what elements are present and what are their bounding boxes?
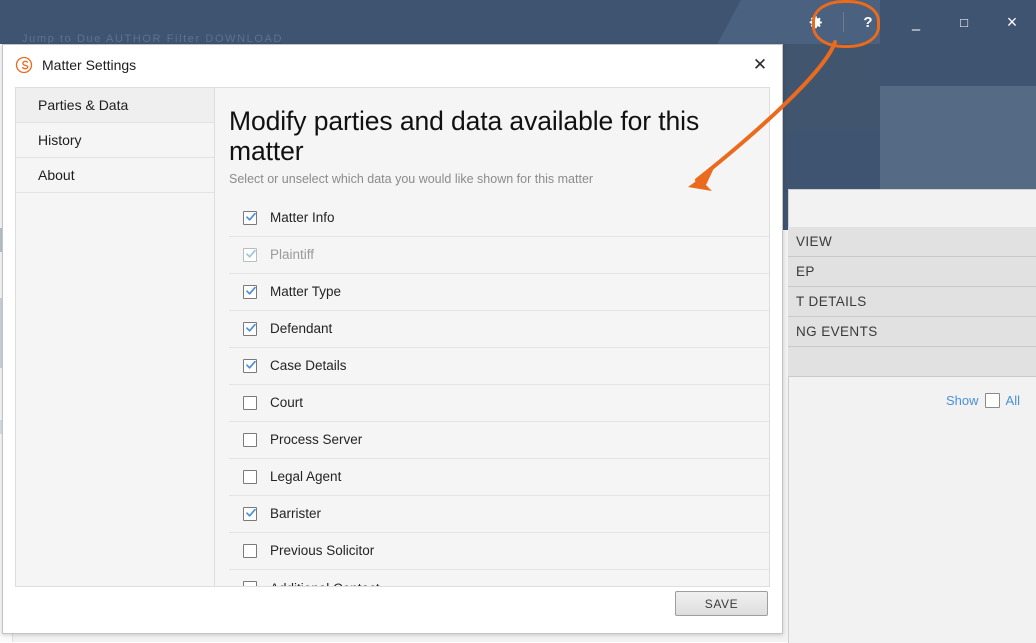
close-button[interactable]: ×	[988, 0, 1036, 44]
option-row-defendant[interactable]: Defendant	[229, 311, 769, 348]
option-label: Additional Contact	[270, 581, 380, 586]
background-section-row-empty[interactable]	[788, 347, 1036, 377]
option-label: Matter Type	[270, 284, 342, 300]
checkbox-court[interactable]	[243, 395, 257, 410]
checkbox-plaintiff	[243, 247, 257, 262]
checkbox-legal-agent[interactable]	[243, 469, 257, 484]
checkbox-matter-info[interactable]	[243, 210, 257, 225]
background-section-row[interactable]: NG EVENTS	[788, 317, 1036, 347]
sidebar-item-label: Parties & Data	[38, 97, 129, 113]
background-panel-light	[880, 86, 1036, 189]
matter-settings-dialog: Matter Settings ✕ Parties & Data History…	[2, 44, 783, 634]
background-section-row[interactable]: T DETAILS	[788, 287, 1036, 317]
option-label: Plaintiff	[270, 247, 315, 263]
dialog-sidebar: Parties & Data History About	[16, 88, 215, 586]
option-label: Case Details	[270, 358, 347, 374]
dialog-footer: SAVE	[3, 587, 782, 633]
option-label: Legal Agent	[270, 469, 342, 485]
background-section-row[interactable]: EP	[788, 257, 1036, 287]
all-label: All	[1005, 392, 1020, 408]
dialog-close-button[interactable]: ✕	[738, 45, 782, 85]
checkbox-barrister[interactable]	[243, 506, 257, 521]
page-subtitle: Select or unselect which data you would …	[229, 171, 594, 186]
check-icon	[246, 286, 256, 295]
help-button[interactable]: ?	[844, 0, 892, 44]
option-label: Barrister	[270, 506, 322, 522]
check-icon	[246, 508, 256, 517]
option-label: Previous Solicitor	[270, 543, 375, 559]
check-icon	[246, 323, 256, 332]
sidebar-item-label: About	[38, 167, 75, 183]
dialog-main-panel: Modify parties and data available for th…	[215, 88, 769, 586]
checkbox-matter-type[interactable]	[243, 284, 257, 299]
check-icon	[246, 249, 256, 258]
page-title: Modify parties and data available for th…	[229, 106, 700, 167]
option-label: Defendant	[270, 321, 333, 337]
save-button[interactable]: SAVE	[675, 591, 768, 616]
maximize-button[interactable]: □	[940, 0, 988, 44]
checkbox-case-details[interactable]	[243, 358, 257, 373]
checkbox-additional-contact[interactable]	[243, 581, 257, 586]
option-row-court[interactable]: Court	[229, 385, 769, 422]
option-label: Process Server	[270, 432, 363, 448]
obscured-toolbar-text: Jump to Due AUTHOR Filter DOWNLOAD	[22, 33, 283, 44]
dialog-title-bar: Matter Settings ✕	[3, 45, 782, 85]
background-section-row[interactable]: VIEW	[788, 227, 1036, 257]
option-row-barrister[interactable]: Barrister	[229, 496, 769, 533]
option-row-legal-agent[interactable]: Legal Agent	[229, 459, 769, 496]
dialog-body: Parties & Data History About Modify part…	[15, 87, 770, 587]
show-label: Show	[946, 392, 979, 408]
show-all-control[interactable]: Show All	[788, 385, 1028, 415]
option-row-additional-contact[interactable]: Additional Contact	[229, 570, 769, 586]
option-row-matter-info[interactable]: Matter Info	[229, 200, 769, 237]
sidebar-item-about[interactable]: About	[16, 158, 214, 193]
option-row-previous-solicitor[interactable]: Previous Solicitor	[229, 533, 769, 570]
option-row-case-details[interactable]: Case Details	[229, 348, 769, 385]
settings-gear-button[interactable]	[787, 0, 843, 44]
sidebar-item-parties-and-data[interactable]: Parties & Data	[16, 88, 214, 123]
show-all-checkbox[interactable]	[984, 392, 1000, 408]
parties-and-data-checkbox-list: Matter Info Plaintiff Matter Type Defend…	[229, 200, 769, 586]
option-row-process-server[interactable]: Process Server	[229, 422, 769, 459]
dialog-title: Matter Settings	[42, 57, 137, 73]
option-row-matter-type[interactable]: Matter Type	[229, 274, 769, 311]
background-section-list: VIEW EP T DETAILS NG EVENTS	[788, 227, 1036, 377]
window-controls: ? – □ ×	[787, 0, 1036, 44]
checkbox-previous-solicitor[interactable]	[243, 543, 257, 558]
checkbox-defendant[interactable]	[243, 321, 257, 336]
sidebar-item-label: History	[38, 132, 82, 148]
option-label: Matter Info	[270, 210, 335, 226]
check-icon	[246, 360, 256, 369]
checkbox-process-server[interactable]	[243, 432, 257, 447]
option-row-plaintiff: Plaintiff	[229, 237, 769, 274]
check-icon	[246, 212, 256, 221]
gear-icon	[809, 15, 822, 28]
app-logo-icon	[15, 56, 33, 74]
minimize-button[interactable]: –	[892, 0, 940, 50]
option-label: Court	[270, 395, 304, 411]
sidebar-item-history[interactable]: History	[16, 123, 214, 158]
